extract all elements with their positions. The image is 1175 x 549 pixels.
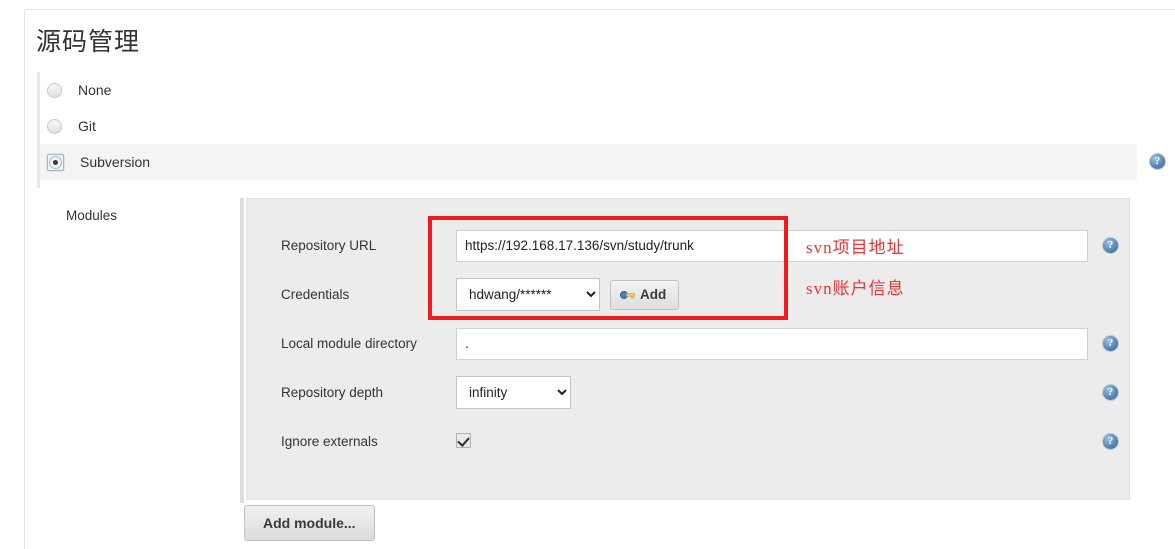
help-icon-repository-depth[interactable]: ? — [1102, 384, 1119, 401]
scm-radio-group: None Git Subversion — [37, 72, 1137, 188]
repository-url-input[interactable] — [456, 229, 1088, 262]
field-row-repository-url: Repository URL ? — [247, 221, 1129, 270]
annotation-repository-url: svn项目地址 — [806, 238, 905, 257]
credentials-label: Credentials — [281, 287, 350, 302]
repository-depth-label: Repository depth — [281, 385, 384, 400]
credentials-controls: hdwang/****** Add — [456, 278, 680, 311]
help-icon-local-module-directory[interactable]: ? — [1102, 335, 1119, 352]
radio-subversion[interactable] — [47, 153, 64, 171]
repository-url-label: Repository URL — [281, 238, 377, 253]
key-icon — [620, 290, 635, 299]
field-row-credentials: Credentials hdwang/****** Add — [247, 270, 1129, 319]
local-module-directory-input[interactable] — [456, 327, 1088, 360]
radio-git[interactable] — [47, 118, 62, 134]
module-panel: Repository URL ? Credentials hdwang/****… — [246, 198, 1130, 500]
local-module-directory-label: Local module directory — [281, 336, 417, 351]
field-row-local-module-directory: Local module directory ? — [247, 319, 1129, 368]
repository-depth-select[interactable]: infinity — [456, 376, 571, 409]
scm-option-git[interactable]: Git — [40, 108, 1137, 144]
modules-divider — [240, 198, 244, 503]
add-credentials-label: Add — [640, 287, 667, 302]
modules-label: Modules — [66, 208, 118, 223]
add-credentials-button[interactable]: Add — [610, 279, 680, 310]
help-icon-scm[interactable]: ? — [1149, 153, 1166, 170]
repository-depth-control: infinity — [456, 376, 571, 409]
field-row-repository-depth: Repository depth infinity ? — [247, 368, 1129, 417]
ignore-externals-checkbox[interactable] — [456, 432, 471, 448]
ignore-externals-label: Ignore externals — [281, 434, 378, 449]
page-left-border — [24, 9, 25, 549]
scm-option-git-label: Git — [78, 118, 96, 134]
scm-option-none-label: None — [78, 82, 112, 98]
field-row-ignore-externals: Ignore externals ? — [247, 417, 1129, 466]
radio-none[interactable] — [47, 82, 62, 98]
credentials-select[interactable]: hdwang/****** — [456, 278, 600, 311]
scm-option-subversion-label: Subversion — [80, 154, 151, 170]
help-icon-repository-url[interactable]: ? — [1102, 237, 1119, 254]
ignore-externals-control — [456, 432, 471, 451]
scm-option-subversion[interactable]: Subversion — [40, 144, 1137, 180]
header-divider — [24, 9, 1175, 10]
page-title: 源码管理 — [36, 29, 141, 56]
add-module-button[interactable]: Add module... — [244, 505, 375, 541]
annotation-credentials: svn账户信息 — [806, 279, 905, 298]
scm-option-none[interactable]: None — [40, 72, 1137, 108]
help-icon-ignore-externals[interactable]: ? — [1102, 433, 1119, 450]
